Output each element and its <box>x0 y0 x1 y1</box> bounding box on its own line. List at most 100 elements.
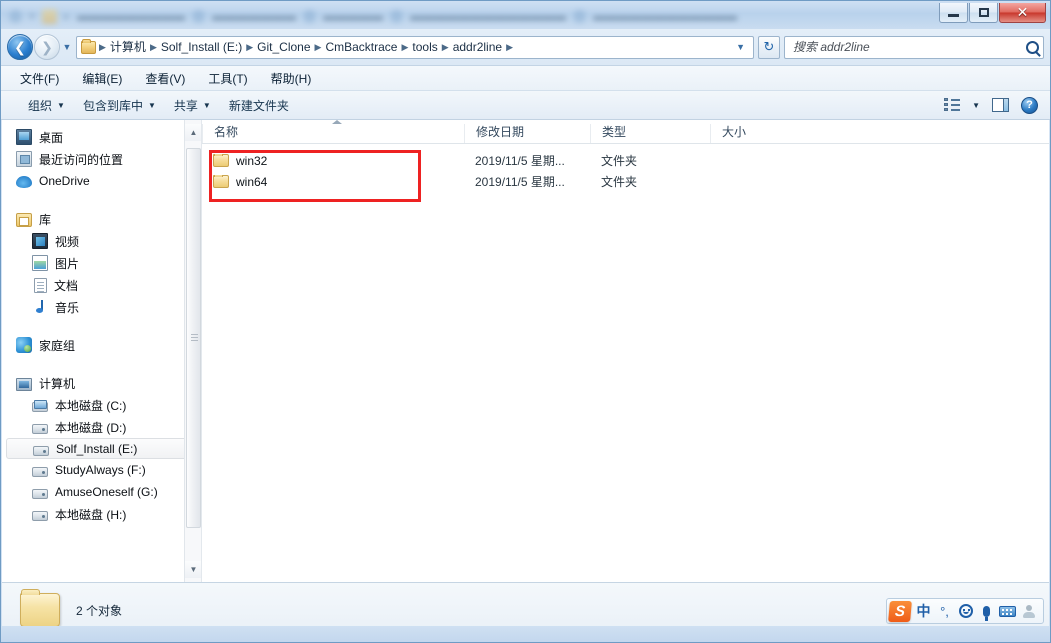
breadcrumb-item-3[interactable]: CmBacktrace <box>322 37 400 57</box>
sidebar-item-music[interactable]: 音乐 <box>2 296 201 318</box>
table-row[interactable]: win64 2019/11/5 星期... 文件夹 <box>202 171 1049 192</box>
scroll-down-button[interactable]: ▼ <box>185 561 201 578</box>
menu-help[interactable]: 帮助(H) <box>266 67 317 90</box>
file-list-pane[interactable]: 名称 修改日期 类型 大小 win32 2019/11/5 星期... 文件夹 … <box>202 120 1049 582</box>
folder-icon <box>213 153 229 167</box>
sidebar-item-libraries[interactable]: 库 <box>2 208 201 230</box>
breadcrumb-separator[interactable]: ▶ <box>149 42 158 53</box>
column-header-row: 名称 修改日期 类型 大小 <box>202 120 1049 144</box>
arrow-left-icon: ❮ <box>14 39 26 55</box>
breadcrumb-separator[interactable]: ▶ <box>245 42 254 53</box>
menu-view[interactable]: 查看(V) <box>140 67 190 90</box>
file-name-cell[interactable]: win32 <box>202 153 464 168</box>
breadcrumb-separator[interactable]: ▶ <box>400 42 409 53</box>
search-input[interactable] <box>793 40 1022 54</box>
maximize-icon <box>978 8 989 17</box>
sidebar-item-label: 文档 <box>54 278 79 293</box>
title-bar[interactable]: ▾ ▸ ▬▬▬▬▬▬▬▬▬ ▬▬▬▬▬▬▬ ▬▬▬▬▬ ▬▬▬▬▬▬▬▬▬▬▬▬… <box>1 1 1050 29</box>
breadcrumb-item-5[interactable]: addr2line <box>450 37 505 57</box>
caret-up-icon: ▲ <box>189 128 198 137</box>
column-header-modified[interactable]: 修改日期 <box>464 124 590 143</box>
sidebar-item-homegroup[interactable]: 家庭组 <box>2 334 201 356</box>
sidebar-item-drive-c[interactable]: 本地磁盘 (C:) <box>2 394 201 416</box>
column-header-type[interactable]: 类型 <box>590 124 710 143</box>
breadcrumb[interactable]: ▶ 计算机 ▶ Solf_Install (E:) ▶ Git_Clone ▶ … <box>76 35 754 59</box>
ime-language-mode-button[interactable]: 中 <box>915 601 932 621</box>
sidebar-item-drive-f[interactable]: StudyAlways (F:) <box>2 459 201 481</box>
preview-pane-button[interactable] <box>986 95 1015 115</box>
breadcrumb-separator[interactable]: ▶ <box>314 42 323 53</box>
file-modified-cell: 2019/11/5 星期... <box>475 175 565 189</box>
sidebar-item-drive-h[interactable]: 本地磁盘 (H:) <box>2 503 201 525</box>
sidebar-item-onedrive[interactable]: OneDrive <box>2 170 201 192</box>
ime-emoji-button[interactable] <box>957 601 974 621</box>
sidebar-item-drive-e[interactable]: Solf_Install (E:) <box>6 438 195 459</box>
ime-punctuation-mode-button[interactable]: °, <box>936 601 953 621</box>
navigation-pane[interactable]: 桌面 最近访问的位置 OneDrive 库 视频 图片 文档 音乐 家庭组 计算… <box>2 120 202 582</box>
chevron-down-icon: ▼ <box>147 100 156 110</box>
close-button[interactable]: ✕ <box>999 3 1046 23</box>
sidebar-item-pictures[interactable]: 图片 <box>2 252 201 274</box>
include-in-library-label: 包含到库中 <box>82 98 143 113</box>
chevron-down-icon: ▼ <box>202 100 211 110</box>
new-folder-button[interactable]: 新建文件夹 <box>220 93 298 118</box>
homegroup-icon <box>16 337 32 353</box>
file-modified-cell: 2019/11/5 星期... <box>475 154 565 168</box>
ime-toolbar[interactable]: S 中 °, <box>886 598 1044 624</box>
desktop-icon <box>16 129 32 145</box>
preview-pane-icon <box>992 98 1009 112</box>
column-header-size[interactable]: 大小 <box>710 124 782 143</box>
breadcrumb-item-0[interactable]: 计算机 <box>107 37 149 57</box>
help-button[interactable]: ? <box>1015 94 1044 117</box>
sidebar-item-label: 本地磁盘 (H:) <box>55 507 127 522</box>
music-icon <box>32 299 48 315</box>
sidebar-item-drive-g[interactable]: AmuseOneself (G:) <box>2 481 201 503</box>
sogou-logo-icon[interactable]: S <box>888 600 912 622</box>
sidebar-item-documents[interactable]: 文档 <box>2 274 201 296</box>
maximize-button[interactable] <box>969 3 998 23</box>
back-button[interactable]: ❮ <box>7 34 33 60</box>
breadcrumb-separator[interactable]: ▶ <box>441 42 450 53</box>
sidebar-item-drive-d[interactable]: 本地磁盘 (D:) <box>2 416 201 438</box>
scrollbar-thumb[interactable] <box>186 148 201 528</box>
nav-group-homegroup: 家庭组 <box>2 334 201 356</box>
chevron-down-icon: ▼ <box>972 100 980 110</box>
sidebar-item-desktop[interactable]: 桌面 <box>2 126 201 148</box>
menu-edit[interactable]: 编辑(E) <box>77 67 127 90</box>
breadcrumb-separator[interactable]: ▶ <box>505 42 514 53</box>
refresh-button[interactable]: ↻ <box>758 35 780 59</box>
sidebar-item-label: 桌面 <box>39 130 64 145</box>
sidebar-item-recent-places[interactable]: 最近访问的位置 <box>2 148 201 170</box>
scroll-up-button[interactable]: ▲ <box>185 124 201 141</box>
table-row[interactable]: win32 2019/11/5 星期... 文件夹 <box>202 150 1049 171</box>
forward-button[interactable]: ❯ <box>34 34 60 60</box>
organize-label: 组织 <box>28 98 53 113</box>
navigation-pane-scrollbar[interactable]: ▲ ▼ <box>184 120 201 582</box>
share-button[interactable]: 共享 ▼ <box>165 93 220 118</box>
help-icon: ? <box>1021 96 1038 114</box>
caret-down-icon: ▼ <box>189 565 198 574</box>
search-box[interactable] <box>784 35 1044 59</box>
menu-tools[interactable]: 工具(T) <box>203 67 252 90</box>
sidebar-item-videos[interactable]: 视频 <box>2 230 201 252</box>
minimize-button[interactable] <box>939 3 968 23</box>
column-header-name[interactable]: 名称 <box>202 124 464 143</box>
breadcrumb-item-4[interactable]: tools <box>409 37 440 57</box>
breadcrumb-dropdown-icon[interactable]: ▼ <box>732 42 751 52</box>
file-name-cell[interactable]: win64 <box>202 174 464 189</box>
onedrive-icon <box>16 176 32 188</box>
ime-soft-keyboard-button[interactable] <box>999 601 1016 621</box>
ime-settings-button[interactable] <box>1020 601 1037 621</box>
breadcrumb-item-1[interactable]: Solf_Install (E:) <box>158 37 245 57</box>
organize-button[interactable]: 组织 ▼ <box>19 93 74 118</box>
keyboard-icon <box>999 605 1016 617</box>
history-dropdown-button[interactable]: ▼ <box>60 37 74 57</box>
view-options-dropdown[interactable]: ▼ <box>966 98 986 113</box>
include-in-library-button[interactable]: 包含到库中 ▼ <box>74 93 165 118</box>
sidebar-item-computer[interactable]: 计算机 <box>2 372 201 394</box>
breadcrumb-item-2[interactable]: Git_Clone <box>254 37 313 57</box>
view-options-button[interactable] <box>938 95 966 115</box>
ime-voice-input-button[interactable] <box>978 601 995 621</box>
menu-file[interactable]: 文件(F) <box>15 67 64 90</box>
pictures-icon <box>32 255 48 271</box>
